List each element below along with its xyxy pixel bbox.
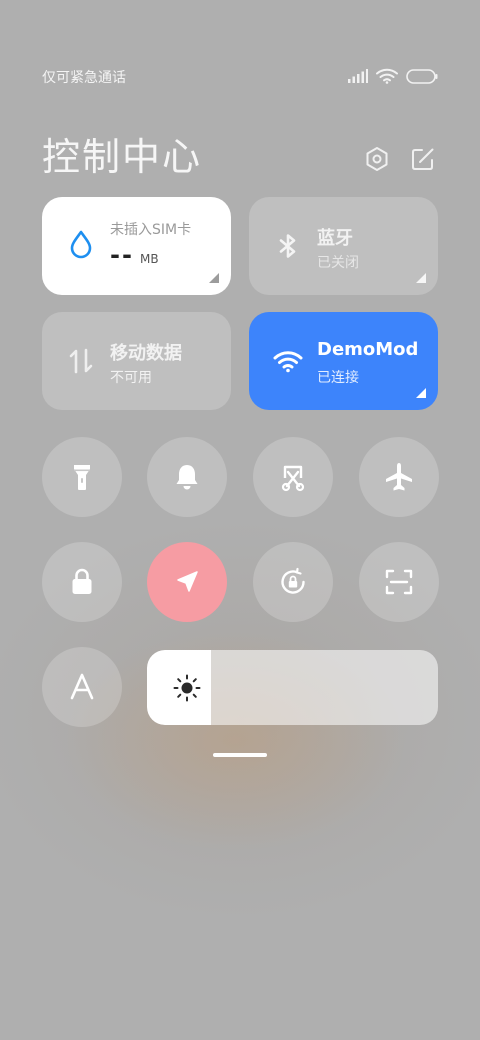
bluetooth-label: 蓝牙 <box>317 228 353 249</box>
flashlight-toggle[interactable] <box>42 437 122 517</box>
data-usage-tile[interactable]: 未插入SIM卡 -- MB <box>42 197 231 295</box>
lock-icon <box>72 568 92 594</box>
wifi-network-name: DemoMod <box>317 339 419 360</box>
mobile-data-label: 移动数据 <box>110 343 182 364</box>
silent-toggle[interactable] <box>147 437 227 517</box>
bell-icon <box>176 465 198 490</box>
drag-handle[interactable] <box>213 753 267 757</box>
mobile-data-tile[interactable]: 移动数据 不可用 <box>42 312 231 410</box>
wifi-tile[interactable]: DemoMod 已连接 <box>249 312 438 410</box>
expand-corner-icon <box>416 388 426 398</box>
scanner-toggle[interactable] <box>359 542 439 622</box>
carrier-text: 仅可紧急通话 <box>42 70 126 86</box>
page-title: 控制中心 <box>42 135 203 179</box>
mobile-data-status: 不可用 <box>110 370 152 386</box>
bluetooth-tile[interactable]: 蓝牙 已关闭 <box>249 197 438 295</box>
scan-icon <box>385 569 413 595</box>
data-arrows-icon <box>69 348 93 374</box>
location-toggle[interactable] <box>147 542 227 622</box>
rotation-lock-toggle[interactable] <box>253 542 333 622</box>
wifi-icon <box>376 68 398 84</box>
edit-icon[interactable] <box>410 146 436 172</box>
lock-screen-button[interactable] <box>42 542 122 622</box>
wifi-status: 已连接 <box>317 370 359 386</box>
rotation-lock-icon <box>281 567 305 594</box>
bluetooth-icon <box>279 234 296 258</box>
data-usage-unit: MB <box>140 252 159 266</box>
sim-status-label: 未插入SIM卡 <box>110 222 192 238</box>
airplane-icon <box>386 463 412 491</box>
location-icon <box>177 571 198 592</box>
brightness-slider[interactable] <box>147 650 438 725</box>
data-usage-value: -- <box>110 241 134 269</box>
expand-corner-icon <box>416 273 426 283</box>
status-icons <box>348 64 438 88</box>
bluetooth-status: 已关闭 <box>317 255 359 271</box>
font-icon <box>70 673 94 700</box>
screenshot-icon <box>281 465 305 492</box>
sun-icon <box>173 674 201 702</box>
settings-icon[interactable] <box>364 146 390 172</box>
status-bar: 仅可紧急通话 <box>42 64 438 88</box>
signal-icon <box>348 69 368 83</box>
screenshot-toggle[interactable] <box>253 437 333 517</box>
battery-icon <box>406 68 438 84</box>
expand-corner-icon <box>209 273 219 283</box>
water-drop-icon <box>70 230 92 259</box>
wifi-icon <box>273 351 303 373</box>
flashlight-icon <box>74 465 90 490</box>
font-size-toggle[interactable] <box>42 647 122 727</box>
airplane-mode-toggle[interactable] <box>359 437 439 517</box>
